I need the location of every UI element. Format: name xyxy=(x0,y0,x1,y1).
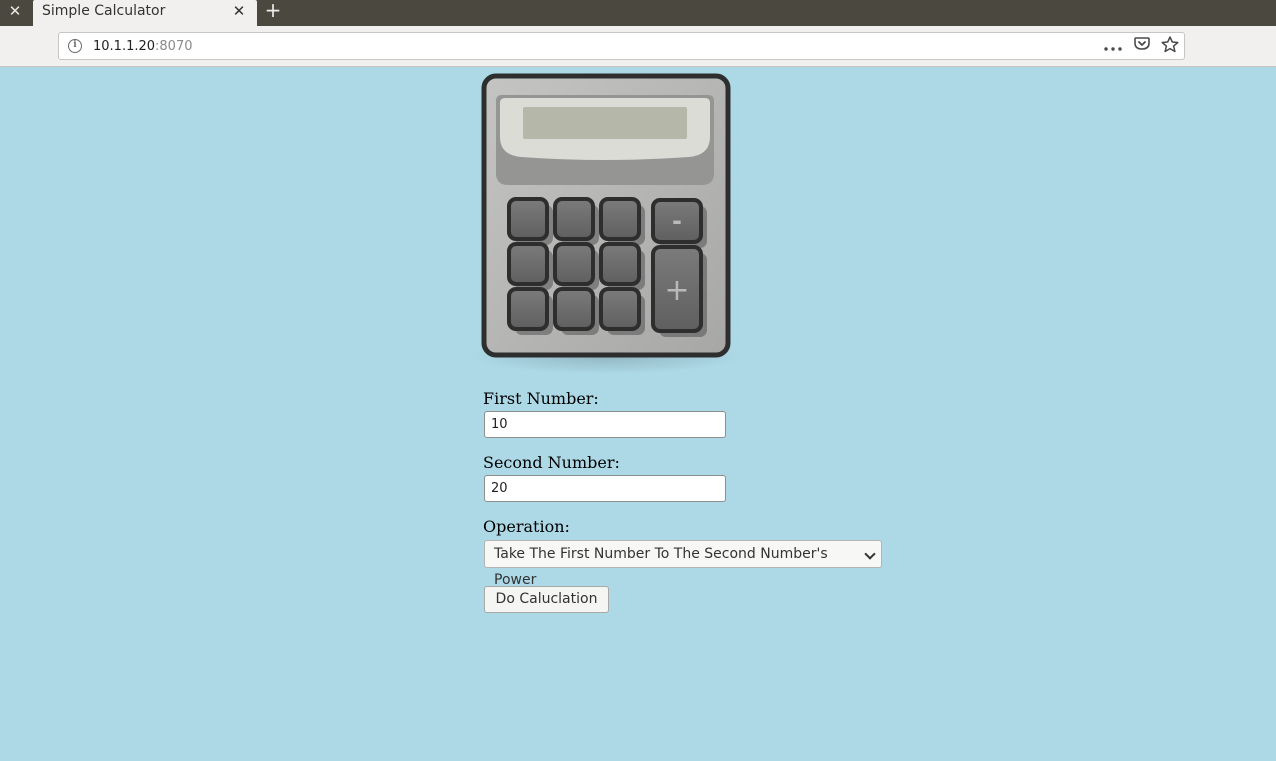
url-text[interactable]: 10.1.1.20:8070 xyxy=(93,38,193,55)
second-number-label: Second Number: xyxy=(483,453,620,472)
info-icon[interactable]: i xyxy=(68,39,82,53)
first-number-input[interactable] xyxy=(484,411,726,438)
first-number-label: First Number: xyxy=(483,389,599,408)
operation-select[interactable]: Take The First Number To The Second Numb… xyxy=(484,540,882,588)
tab-simple-calculator[interactable]: Simple Calculator ✕ xyxy=(33,0,257,26)
second-number-input[interactable] xyxy=(484,475,726,502)
calculator-icon: - + xyxy=(470,73,742,374)
bookmark-star-icon[interactable] xyxy=(1159,36,1181,56)
plus-key-label: + xyxy=(664,273,689,308)
url-bar[interactable]: i 10.1.1.20:8070 xyxy=(58,32,1185,60)
more-icon[interactable] xyxy=(1102,36,1124,56)
pocket-icon[interactable] xyxy=(1131,36,1153,56)
do-calculation-button[interactable]: Do Caluclation xyxy=(484,586,609,613)
minus-key-label: - xyxy=(672,207,682,235)
chevron-down-icon xyxy=(864,548,876,560)
tab-title: Simple Calculator xyxy=(42,3,166,19)
url-host: 10.1.1.20 xyxy=(93,39,156,54)
navigation-bar: i 10.1.1.20:8070 xyxy=(0,26,1276,67)
tab-bar: ✕ Simple Calculator ✕ + xyxy=(0,0,1276,26)
url-port: :8070 xyxy=(155,39,193,54)
tab-close-icon[interactable]: ✕ xyxy=(229,1,249,21)
operation-selected-value: Take The First Number To The Second Numb… xyxy=(494,546,828,588)
operation-label: Operation: xyxy=(483,517,570,536)
new-tab-button[interactable]: + xyxy=(262,0,284,22)
close-icon[interactable]: ✕ xyxy=(4,0,26,22)
